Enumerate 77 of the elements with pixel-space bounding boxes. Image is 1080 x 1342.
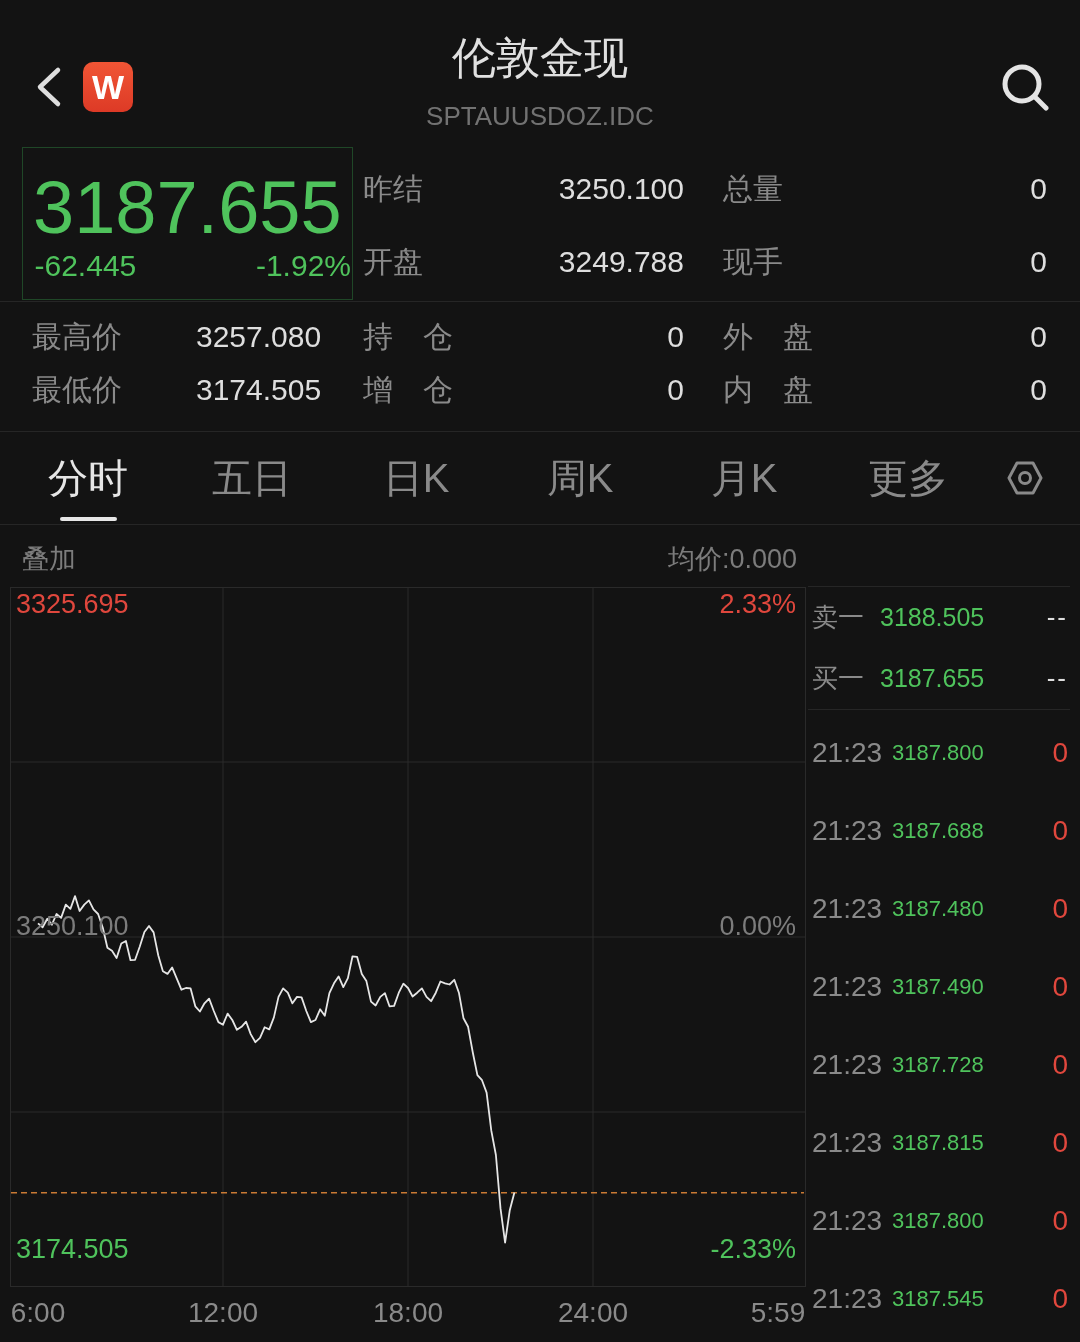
- trade-time: 21:23: [812, 815, 883, 847]
- order-price: 3188.505: [880, 603, 985, 632]
- field-value: 3250.100: [558, 172, 684, 206]
- stat-label: 内 盘: [723, 371, 813, 408]
- trade-volume: 0: [1052, 737, 1068, 769]
- tab[interactable]: 周K: [546, 432, 614, 524]
- x-axis-label: 12:00: [187, 1297, 259, 1328]
- tab[interactable]: 月K: [710, 432, 778, 524]
- trade-price: 3187.728: [892, 1052, 984, 1078]
- stat-value: 0: [667, 373, 684, 407]
- x-axis-label: 6:00: [10, 1297, 66, 1328]
- symbol-code: SPTAUUSDOZ.IDC: [426, 100, 654, 132]
- stat-value: 0: [1030, 373, 1047, 407]
- trade-time: 21:23: [812, 1049, 883, 1081]
- x-axis-label: 18:00: [372, 1297, 444, 1328]
- trade-time: 21:23: [812, 737, 883, 769]
- y-axis-label: 3325.695: [16, 588, 129, 619]
- app-logo: W: [83, 62, 133, 112]
- trade-price: 3187.545: [892, 1286, 984, 1312]
- trade-time: 21:23: [812, 1205, 883, 1237]
- last-price: 3187.655: [33, 171, 342, 245]
- trade-price: 3187.800: [892, 1208, 984, 1234]
- page-title: 伦敦金现: [452, 32, 628, 84]
- order-price: 3187.655: [880, 664, 985, 693]
- tab[interactable]: 分时: [48, 432, 128, 524]
- trade-price: 3187.490: [892, 974, 984, 1000]
- field-label: 现手: [723, 243, 783, 280]
- trade-volume: 0: [1052, 1283, 1068, 1315]
- settings-icon[interactable]: [1007, 460, 1043, 496]
- stat-label: 最高价: [32, 318, 122, 355]
- trade-time: 21:23: [812, 1283, 883, 1315]
- x-axis-label: 5:59: [750, 1297, 806, 1328]
- order-label: 卖一: [812, 601, 864, 634]
- trade-volume: 0: [1052, 815, 1068, 847]
- trade-volume: 0: [1052, 1127, 1068, 1159]
- tab[interactable]: 更多: [868, 432, 948, 524]
- percent-label: -2.33%: [710, 1234, 796, 1265]
- stat-value: 3174.505: [196, 373, 322, 407]
- overlay-toggle[interactable]: 叠加: [22, 541, 76, 577]
- stat-label: 增 仓: [363, 371, 453, 408]
- order-volume: --: [1046, 663, 1068, 694]
- trade-price: 3187.815: [892, 1130, 984, 1156]
- field-value: 0: [1030, 172, 1047, 206]
- percent-label: 2.33%: [719, 588, 796, 619]
- trade-time: 21:23: [812, 1127, 883, 1159]
- trade-price: 3187.688: [892, 818, 984, 844]
- search-icon[interactable]: [1001, 63, 1049, 111]
- price-change: -62.445: [34, 248, 137, 284]
- tab[interactable]: 五日: [212, 432, 292, 524]
- field-label: 开盘: [363, 243, 423, 280]
- stat-value: 0: [1030, 320, 1047, 354]
- y-axis-label: 3174.505: [16, 1234, 129, 1265]
- tab[interactable]: 日K: [382, 432, 450, 524]
- trade-price: 3187.800: [892, 740, 984, 766]
- trade-volume: 0: [1052, 971, 1068, 1003]
- stat-label: 外 盘: [723, 318, 813, 355]
- average-price: 均价:0.000: [667, 543, 797, 576]
- field-label: 昨结: [363, 170, 423, 207]
- stat-value: 0: [667, 320, 684, 354]
- trade-volume: 0: [1052, 1049, 1068, 1081]
- stat-value: 3257.080: [196, 320, 322, 354]
- x-axis-label: 24:00: [557, 1297, 629, 1328]
- stat-label: 最低价: [32, 371, 122, 408]
- order-label: 买一: [812, 662, 864, 695]
- trade-time: 21:23: [812, 893, 883, 925]
- trade-volume: 0: [1052, 893, 1068, 925]
- stat-label: 持 仓: [363, 318, 453, 355]
- trade-price: 3187.480: [892, 896, 984, 922]
- field-value: 3249.788: [558, 245, 684, 279]
- change-percent: -1.92%: [255, 248, 351, 284]
- order-volume: --: [1046, 602, 1068, 633]
- trade-volume: 0: [1052, 1205, 1068, 1237]
- field-label: 总量: [723, 170, 783, 207]
- trade-time: 21:23: [812, 971, 883, 1003]
- percent-label: 0.00%: [719, 911, 796, 942]
- chevron-left-icon[interactable]: [35, 66, 63, 108]
- field-value: 0: [1030, 245, 1047, 279]
